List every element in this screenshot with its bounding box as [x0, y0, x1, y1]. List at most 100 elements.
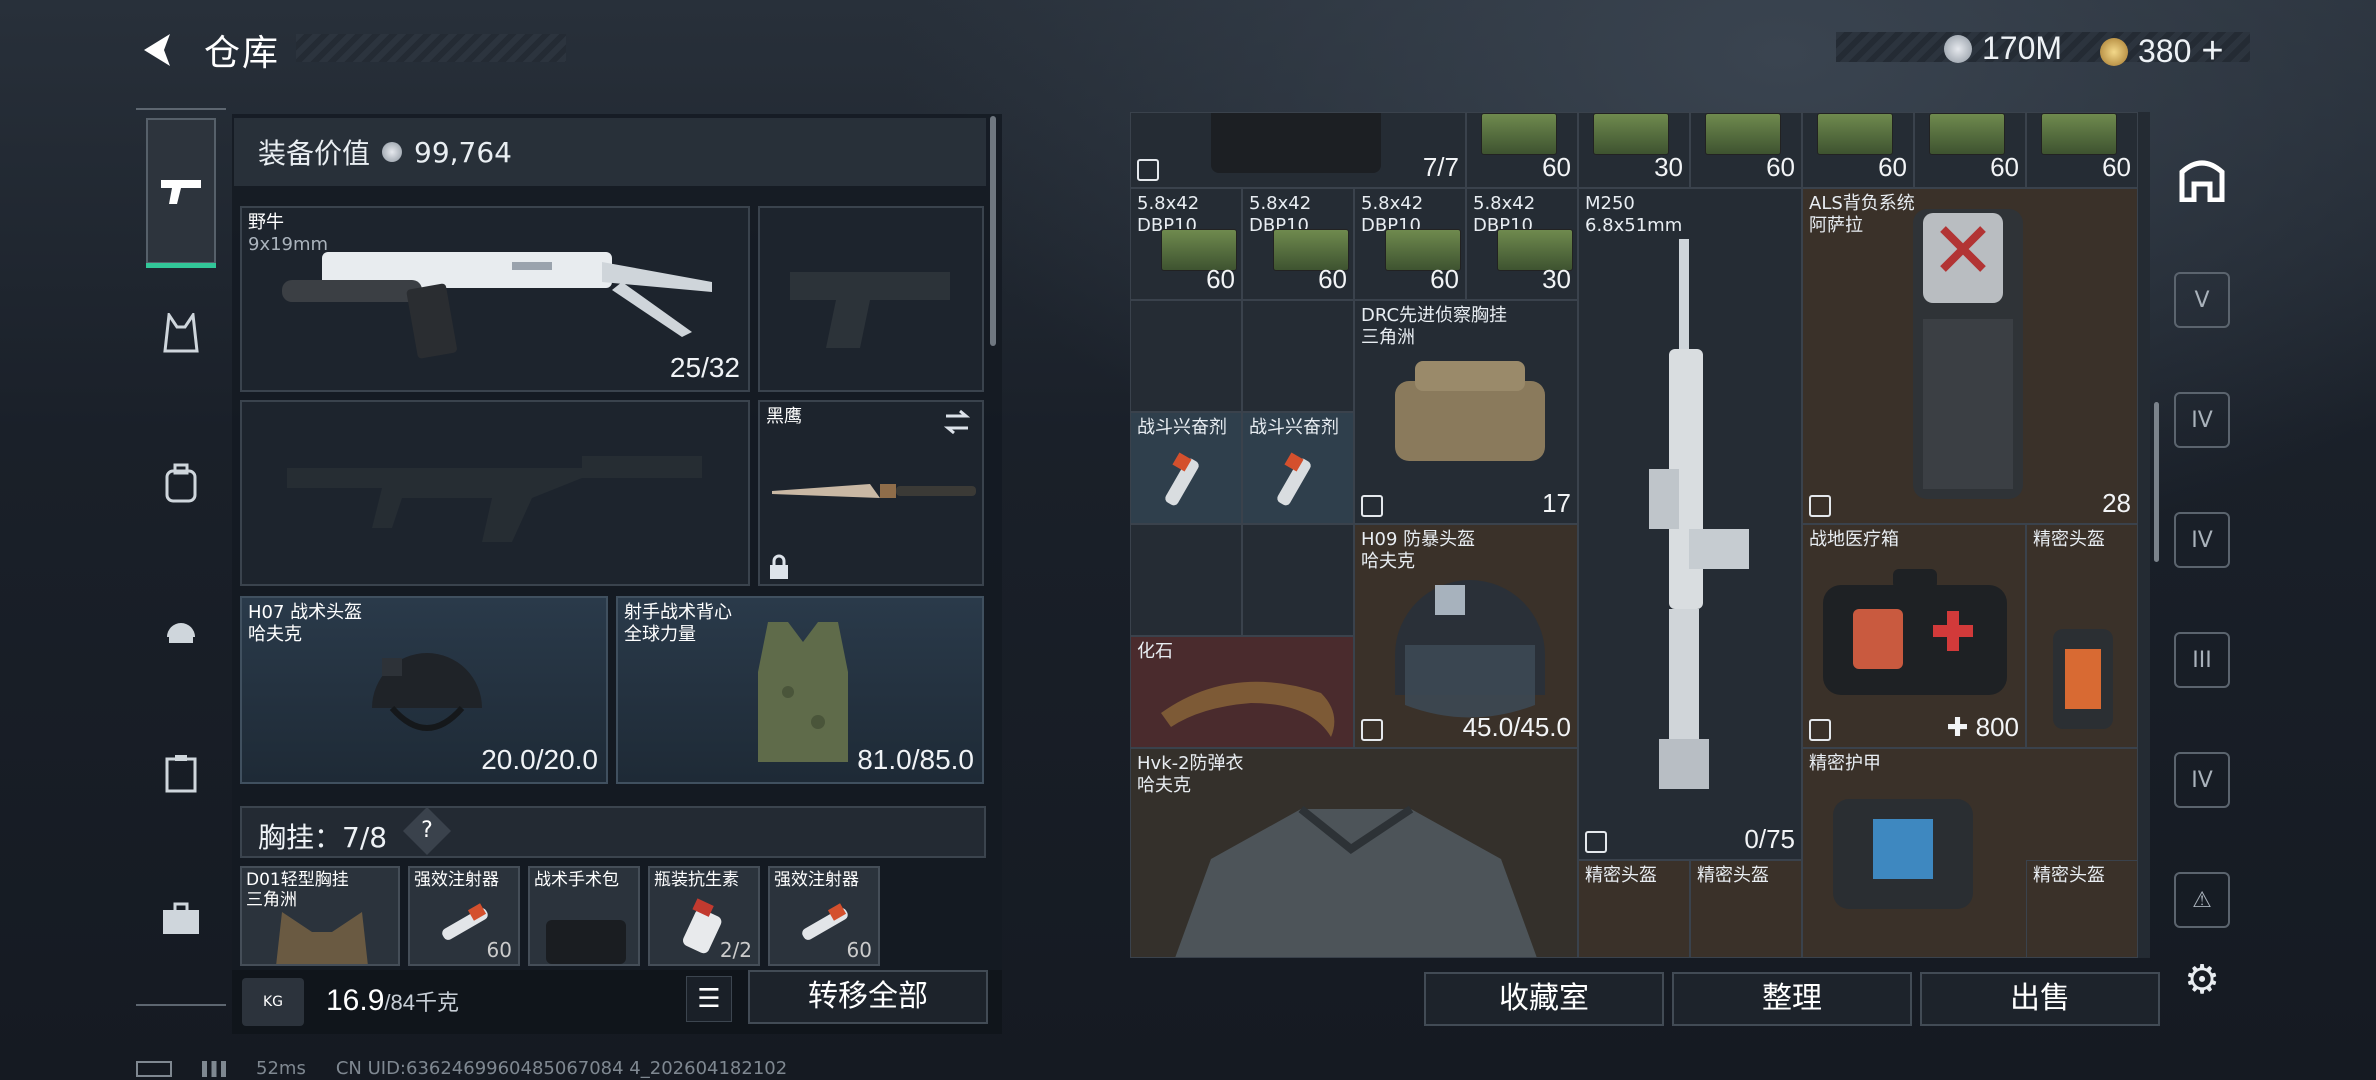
grid-precise-helmet[interactable]: 精密头盔	[1578, 860, 1690, 958]
grid-ammo-5.8x42[interactable]: 5.8x42 DBP10 60	[1130, 188, 1242, 300]
rifle-placeholder-icon	[287, 456, 702, 542]
medkit-count: ✚ 800	[1946, 712, 2019, 742]
grid-combat-stim[interactable]: 战斗兴奋剂	[1242, 412, 1354, 524]
tab-backpack[interactable]	[146, 448, 216, 518]
add-currency-icon[interactable]: +	[2201, 30, 2223, 73]
currency-premium[interactable]: 380 +	[2100, 30, 2224, 73]
vest-image	[758, 622, 848, 762]
item-name: 战术手术包	[534, 870, 619, 890]
grid-als-backpack[interactable]: ALS背负系统 阿萨拉 28	[1802, 188, 2138, 524]
item-name: 强效注射器	[774, 870, 859, 890]
chest-rig-slot[interactable]: D01轻型胸挂 三角洲	[240, 866, 400, 966]
grid-precise-helmet[interactable]: 精密头盔	[1690, 860, 1802, 958]
item-count: 7/7	[1422, 152, 1459, 182]
storage-page-iv-icon[interactable]: IV	[2174, 392, 2230, 448]
chest-item-antibiotics[interactable]: 瓶装抗生素 2/2	[648, 866, 760, 966]
secondary-weapon-slot[interactable]	[240, 400, 750, 586]
grid-empty[interactable]	[1130, 300, 1242, 412]
grid-h09-helmet[interactable]: H09 防暴头盔 哈夫克 45.0/45.0	[1354, 524, 1578, 748]
chest-item-injector-2[interactable]: 强效注射器 60	[768, 866, 880, 966]
storage-home-icon[interactable]	[2174, 152, 2230, 208]
grid-hvk2-armor[interactable]: Hvk-2防弹衣 哈夫克	[1130, 748, 1578, 958]
marked-icon	[1809, 495, 1831, 517]
stim-image	[1277, 452, 1311, 506]
riot-helmet-image	[1395, 580, 1545, 718]
marked-icon	[1361, 719, 1383, 741]
tab-helmet[interactable]	[146, 594, 216, 664]
organize-button[interactable]: 整理	[1672, 972, 1912, 1026]
melee-slot[interactable]: 黑鹰	[758, 400, 984, 586]
list-view-icon[interactable]: ☰	[686, 976, 732, 1022]
grid-empty[interactable]	[1242, 300, 1354, 412]
primary-weapon-slot[interactable]: 野牛 9x19mm 25/32	[240, 206, 750, 392]
item-name: 瓶装抗生素	[654, 870, 739, 890]
chest-rig-image	[276, 912, 368, 964]
title-decoration	[296, 34, 566, 62]
collection-room-button[interactable]: 收藏室	[1424, 972, 1664, 1026]
case-image	[1211, 113, 1381, 173]
tab-weapons[interactable]	[146, 118, 216, 268]
pistol-slot[interactable]	[758, 206, 984, 392]
pistol-placeholder-icon	[790, 272, 950, 348]
melee-name: 黑鹰	[766, 406, 802, 427]
grid-precise-helmet[interactable]: 精密头盔	[2026, 860, 2138, 958]
medkit-image	[1823, 569, 2007, 695]
grid-ammo-top[interactable]: 60	[2026, 112, 2138, 188]
toolbox-icon	[163, 902, 199, 934]
tab-toolbox[interactable]	[146, 884, 216, 954]
storage-scrollbar[interactable]	[2154, 402, 2159, 562]
equip-value: 装备价值 99,764	[258, 132, 512, 172]
help-icon[interactable]: ?	[402, 806, 452, 856]
battery-icon	[136, 1060, 172, 1077]
grid-ammo-5.8x42[interactable]: 5.8x42 DBP10 30	[1466, 188, 1578, 300]
storage-page-iv-3-icon[interactable]: IV	[2174, 752, 2230, 808]
smg-image	[282, 252, 712, 359]
grid-combat-stim[interactable]: 战斗兴奋剂	[1130, 412, 1242, 524]
grid-field-medkit[interactable]: 战地医疗箱 ✚ 800	[1802, 524, 2026, 748]
grid-ammo-5.8x42[interactable]: 5.8x42 DBP10 60	[1354, 188, 1466, 300]
item-count: 60	[486, 938, 512, 962]
user-uid: CN UID:6362469960485067084 4_20260418210…	[335, 1058, 788, 1079]
storage-pages-rail: V IV IV III IV ⚠ ⚙	[2162, 112, 2240, 1012]
grid-m250-machine-gun[interactable]: M250 6.8x51mm 0/75	[1578, 188, 1802, 860]
sell-button[interactable]: 出售	[1920, 972, 2160, 1026]
grid-empty[interactable]	[1242, 524, 1354, 636]
page-title: 仓库	[204, 33, 281, 74]
swap-icon[interactable]	[942, 408, 972, 436]
helmet-image	[372, 653, 482, 731]
grid-empty[interactable]	[1130, 524, 1242, 636]
grid-fossil[interactable]: 化石	[1130, 636, 1354, 748]
tab-chest-rig[interactable]	[146, 298, 216, 368]
grid-ammo-top[interactable]: 60	[1914, 112, 2026, 188]
storage-page-v-icon[interactable]: V	[2174, 272, 2230, 328]
helmet-slot[interactable]: H07 战术头盔 哈夫克 20.0/20.0	[240, 596, 608, 784]
grid-ammo-top[interactable]: 60	[1690, 112, 1802, 188]
storage-page-iii-icon[interactable]: III	[2174, 632, 2230, 688]
chest-item-surgery-kit[interactable]: 战术手术包	[528, 866, 640, 966]
body-armor-image	[1175, 805, 1537, 957]
signal-icon	[202, 1060, 226, 1077]
grid-ammo-top[interactable]: 60	[1466, 112, 1578, 188]
grid-ammo-5.8x42[interactable]: 5.8x42 DBP10 60	[1242, 188, 1354, 300]
backpack-icon	[165, 463, 197, 503]
grid-ammo-top[interactable]: 60	[1802, 112, 1914, 188]
case-icon	[165, 755, 197, 793]
back-icon[interactable]	[136, 28, 180, 72]
loadout-scrollbar[interactable]	[990, 116, 996, 346]
settings-gear-icon[interactable]: ⚙	[2174, 952, 2230, 1008]
tab-case[interactable]	[146, 738, 216, 808]
item-count: 2/2	[719, 938, 752, 962]
grid-drc-chest-rig[interactable]: DRC先进侦察胸挂 三角洲 17	[1354, 300, 1578, 524]
pistol-icon	[161, 180, 201, 204]
storage-page-iv-2-icon[interactable]: IV	[2174, 512, 2230, 568]
machine-gun-image	[1649, 239, 1749, 789]
grid-case-top[interactable]: 7/7	[1130, 112, 1466, 188]
grid-precise-helmet[interactable]: 精密头盔	[2026, 524, 2138, 748]
armor-slot[interactable]: 射手战术背心 全球力量 81.0/85.0	[616, 596, 984, 784]
chest-item-injector[interactable]: 强效注射器 60	[408, 866, 520, 966]
transfer-all-button[interactable]: 转移全部	[748, 970, 988, 1024]
grid-ammo-top[interactable]: 30	[1578, 112, 1690, 188]
helmet-icon	[167, 623, 195, 643]
storage-page-warning-icon[interactable]: ⚠	[2174, 872, 2230, 928]
premium-coin-icon	[2100, 37, 2128, 66]
